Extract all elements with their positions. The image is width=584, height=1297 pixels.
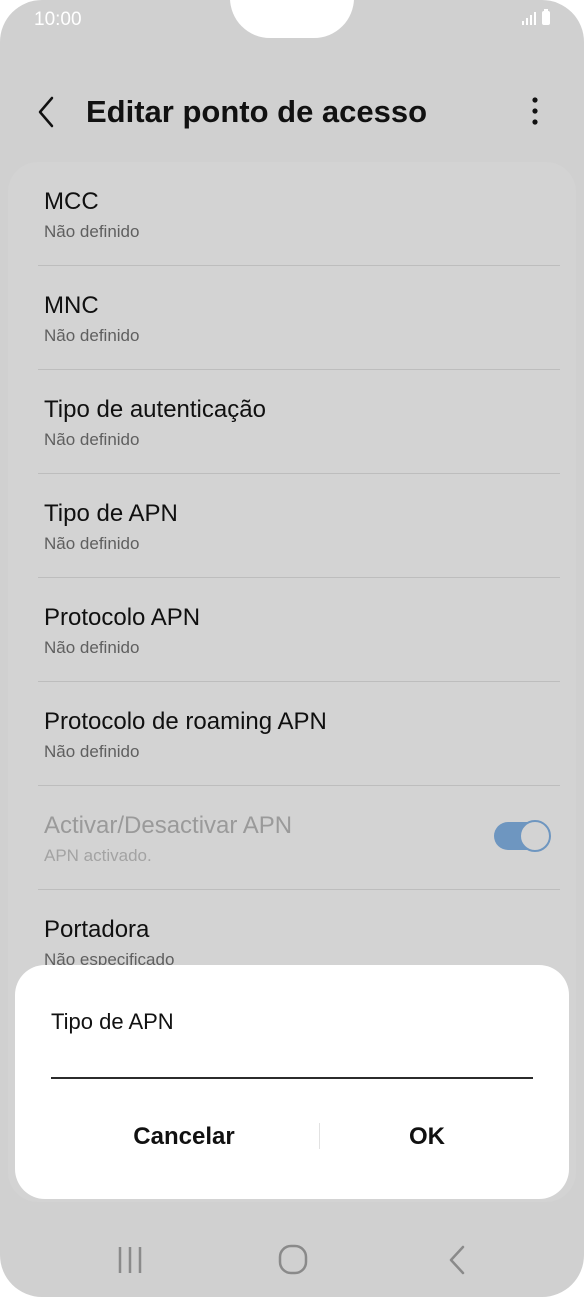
setting-title: Portadora <box>44 916 150 943</box>
setting-title: MNC <box>44 292 99 319</box>
ok-button[interactable]: OK <box>292 1107 562 1167</box>
setting-value: Não definido <box>44 430 140 449</box>
setting-apn-enable[interactable]: Activar/Desactivar APN APN activado. <box>38 786 560 890</box>
setting-value: Não definido <box>44 222 140 241</box>
setting-value: Não definido <box>44 326 140 345</box>
dialog-title: Tipo de APN <box>51 1009 174 1034</box>
recent-apps-icon <box>118 1247 142 1273</box>
setting-value: APN activado. <box>44 846 152 865</box>
apn-type-input[interactable] <box>51 1039 533 1079</box>
phone-screen: 10:00 Editar ponto de acesso MCC Não def… <box>0 0 584 1297</box>
setting-value: Não definido <box>44 638 140 657</box>
status-time: 10:00 <box>34 9 82 30</box>
setting-value: Não definido <box>44 742 140 761</box>
app-header: Editar ponto de acesso <box>0 80 584 144</box>
setting-title: Protocolo APN <box>44 604 201 631</box>
setting-apn-roaming-protocol[interactable]: Protocolo de roaming APN Não definido <box>38 682 560 786</box>
more-vertical-icon <box>532 97 538 125</box>
setting-apn-protocol[interactable]: Protocolo APN Não definido <box>38 578 560 682</box>
setting-apn-type[interactable]: Tipo de APN Não definido <box>38 474 560 578</box>
setting-title: Activar/Desactivar APN <box>44 812 293 839</box>
chevron-left-icon <box>38 96 54 128</box>
status-icons <box>522 9 550 25</box>
recent-apps-button[interactable] <box>85 1222 175 1297</box>
setting-title: Tipo de autenticação <box>44 396 266 423</box>
setting-title: Tipo de APN <box>44 500 178 527</box>
apn-enable-toggle[interactable] <box>494 820 551 852</box>
back-button[interactable] <box>30 90 70 134</box>
home-button[interactable] <box>248 1222 338 1297</box>
more-options-button[interactable] <box>520 90 550 134</box>
battery-icon <box>542 9 550 25</box>
home-icon <box>278 1244 308 1275</box>
setting-auth-type[interactable]: Tipo de autenticação Não definido <box>38 370 560 474</box>
setting-mnc[interactable]: MNC Não definido <box>38 266 560 370</box>
setting-value: Não definido <box>44 534 140 553</box>
navigation-bar <box>0 1222 584 1297</box>
setting-title: Protocolo de roaming APN <box>44 708 327 735</box>
setting-mcc[interactable]: MCC Não definido <box>38 162 560 266</box>
signal-icon <box>522 11 536 25</box>
nav-back-button[interactable] <box>412 1222 502 1297</box>
toggle-knob <box>519 820 551 852</box>
setting-title: MCC <box>44 188 99 215</box>
page-title: Editar ponto de acesso <box>86 94 428 129</box>
back-icon <box>449 1245 465 1275</box>
cancel-button[interactable]: Cancelar <box>49 1107 319 1167</box>
apn-type-dialog: Tipo de APN Cancelar OK <box>15 965 569 1199</box>
